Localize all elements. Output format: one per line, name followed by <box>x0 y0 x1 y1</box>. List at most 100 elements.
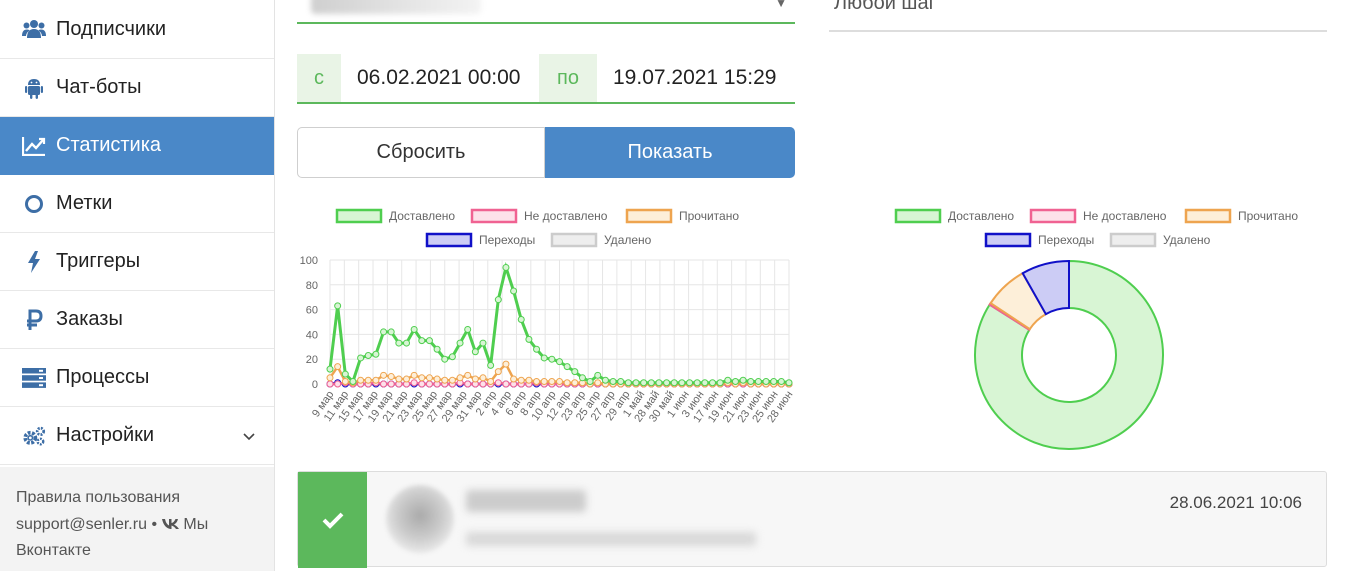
data-point[interactable] <box>494 368 502 376</box>
date-from-input[interactable]: 06.02.2021 00:00 <box>341 54 539 102</box>
data-point[interactable] <box>372 350 380 358</box>
data-point[interactable] <box>410 379 418 387</box>
data-point[interactable] <box>380 371 388 379</box>
data-point[interactable] <box>464 380 472 388</box>
sidebar-item-chatbots[interactable]: Чат-боты <box>0 59 274 117</box>
data-point[interactable] <box>624 379 632 387</box>
data-point[interactable] <box>533 378 541 386</box>
reset-button[interactable]: Сбросить <box>297 127 545 178</box>
data-point[interactable] <box>487 361 495 369</box>
data-point[interactable] <box>349 378 357 386</box>
data-point[interactable] <box>586 378 594 386</box>
data-point[interactable] <box>441 355 449 363</box>
data-point[interactable] <box>334 380 342 388</box>
data-point[interactable] <box>364 351 372 359</box>
data-point[interactable] <box>494 379 502 387</box>
legend-swatch[interactable] <box>1184 208 1232 224</box>
data-point[interactable] <box>357 354 365 362</box>
legend-label[interactable]: Доставлено <box>948 209 1014 223</box>
sidebar-item-subscribers[interactable]: Подписчики <box>0 0 274 59</box>
data-point[interactable] <box>425 337 433 345</box>
data-point[interactable] <box>341 370 349 378</box>
data-point[interactable] <box>785 379 793 387</box>
data-point[interactable] <box>464 325 472 333</box>
legend-label[interactable]: Не доставлено <box>1083 209 1167 223</box>
data-point[interactable] <box>571 368 579 376</box>
data-point[interactable] <box>395 375 403 383</box>
data-point[interactable] <box>387 373 395 381</box>
legend-label[interactable]: Переходы <box>1038 233 1094 247</box>
data-point[interactable] <box>433 375 441 383</box>
date-to-input[interactable]: 19.07.2021 15:29 <box>597 54 795 102</box>
data-point[interactable] <box>502 360 510 368</box>
data-point[interactable] <box>777 378 785 386</box>
data-point[interactable] <box>739 376 747 384</box>
data-point[interactable] <box>425 380 433 388</box>
data-point[interactable] <box>556 358 563 366</box>
data-point[interactable] <box>502 380 510 388</box>
data-point[interactable] <box>479 339 487 347</box>
data-point[interactable] <box>418 337 426 345</box>
vk-link[interactable]: Мы <box>183 516 208 533</box>
legend-swatch[interactable] <box>470 208 518 224</box>
data-point[interactable] <box>433 345 441 353</box>
data-point[interactable] <box>747 378 755 386</box>
data-point[interactable] <box>770 378 778 386</box>
mailing-select[interactable]: ▼ <box>297 0 795 24</box>
data-point[interactable] <box>448 353 456 361</box>
data-point[interactable] <box>548 355 556 363</box>
data-point[interactable] <box>510 375 518 383</box>
data-point[interactable] <box>403 339 410 347</box>
data-point[interactable] <box>540 354 548 362</box>
sidebar-item-statistics[interactable]: Статистика <box>0 117 274 175</box>
rules-link[interactable]: Правила пользования <box>16 489 180 506</box>
data-point[interactable] <box>487 378 495 386</box>
step-select[interactable]: Любой шаг <box>829 0 1327 32</box>
data-point[interactable] <box>533 345 541 353</box>
data-point[interactable] <box>387 380 395 388</box>
data-point[interactable] <box>464 371 472 379</box>
data-point[interactable] <box>357 376 365 384</box>
legend-swatch[interactable] <box>1029 208 1077 224</box>
data-point[interactable] <box>655 379 663 387</box>
data-point[interactable] <box>410 325 418 333</box>
data-point[interactable] <box>387 328 395 336</box>
data-point[interactable] <box>425 374 433 382</box>
legend-swatch[interactable] <box>625 208 673 224</box>
sidebar-item-processes[interactable]: Процессы <box>0 349 274 407</box>
data-point[interactable] <box>731 378 739 386</box>
data-point[interactable] <box>617 378 625 386</box>
show-button[interactable]: Показать <box>545 127 795 178</box>
legend-swatch[interactable] <box>984 232 1032 248</box>
data-point[interactable] <box>670 379 678 387</box>
legend-swatch[interactable] <box>894 208 942 224</box>
sidebar-item-settings[interactable]: Настройки <box>0 407 274 465</box>
data-point[interactable] <box>594 371 602 379</box>
data-point[interactable] <box>479 380 487 388</box>
data-point[interactable] <box>479 374 487 382</box>
data-point[interactable] <box>640 379 648 387</box>
legend-label[interactable]: Не доставлено <box>524 209 608 223</box>
data-point[interactable] <box>326 365 334 373</box>
data-point[interactable] <box>334 363 342 371</box>
data-point[interactable] <box>540 378 548 386</box>
legend-swatch[interactable] <box>425 232 473 248</box>
data-point[interactable] <box>693 379 701 387</box>
data-point[interactable] <box>494 296 502 304</box>
data-point[interactable] <box>563 379 571 387</box>
data-point[interactable] <box>632 379 640 387</box>
data-point[interactable] <box>410 371 418 379</box>
legend-label[interactable]: Удалено <box>604 233 652 247</box>
legend-label[interactable]: Переходы <box>479 233 535 247</box>
data-point[interactable] <box>709 379 716 387</box>
data-point[interactable] <box>364 376 372 384</box>
legend-swatch[interactable] <box>335 208 383 224</box>
data-point[interactable] <box>525 376 533 384</box>
data-point[interactable] <box>525 335 533 343</box>
data-point[interactable] <box>334 302 342 310</box>
data-point[interactable] <box>647 379 655 387</box>
data-point[interactable] <box>517 376 525 384</box>
legend-label[interactable]: Прочитано <box>1238 209 1298 223</box>
data-point[interactable] <box>571 379 579 387</box>
data-point[interactable] <box>456 374 464 382</box>
